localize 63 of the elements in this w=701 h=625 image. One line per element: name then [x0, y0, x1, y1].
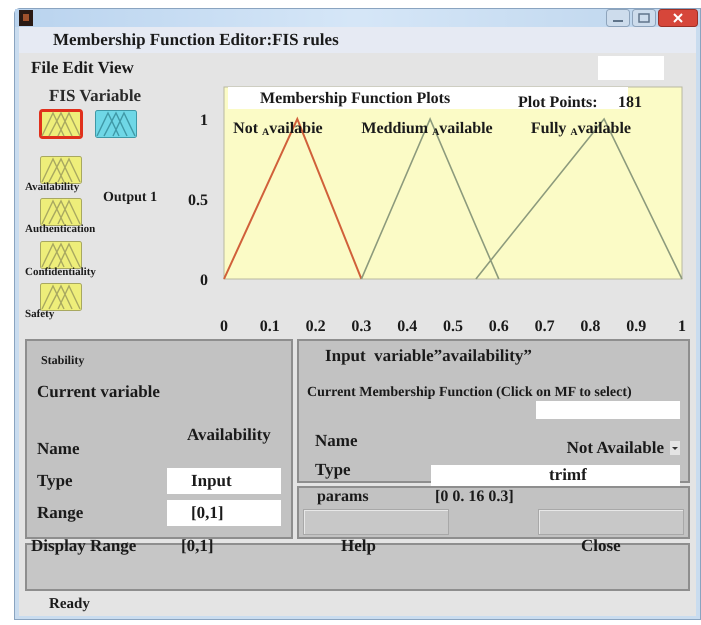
plot-title: Membership Function Plots — [260, 90, 450, 106]
x-tick-label: 0.6 — [488, 318, 509, 332]
blank-button[interactable] — [538, 508, 684, 534]
type-field[interactable]: trimf — [431, 464, 680, 488]
variable-label: Authentication — [25, 222, 96, 237]
x-tick-label: 0.2 — [306, 318, 326, 332]
variable-label: Availability — [25, 180, 80, 194]
y-tick-label: 0 — [200, 272, 208, 288]
menu-item[interactable]: Edit — [62, 54, 94, 80]
panel-subtitle: Current Membership Function (Click on MF to select) — [307, 384, 633, 402]
caret-icon[interactable] — [670, 440, 680, 455]
panel-title: Current variable — [37, 380, 161, 402]
variable-name: Availability — [186, 424, 272, 446]
type-field[interactable]: Input — [167, 468, 281, 494]
panel-label: FIS Variable — [49, 84, 142, 106]
membership-curve[interactable] — [223, 116, 362, 279]
x-tick-label: 0.8 — [580, 318, 600, 332]
close-button[interactable]: Close — [581, 532, 621, 558]
field-label: Type — [315, 458, 352, 481]
variable-label: Safety — [25, 307, 54, 322]
y-tick-label: 0.5 — [188, 192, 208, 208]
blank-field[interactable] — [598, 56, 664, 80]
menu-item[interactable]: File — [31, 54, 58, 80]
blank-field[interactable] — [536, 401, 680, 419]
display-range-value: [0,1] — [181, 534, 215, 556]
minimize-icon[interactable] — [606, 9, 630, 27]
mf-label: Meddium $_{A}$vailable — [361, 118, 493, 140]
field-label: Range — [37, 502, 84, 524]
menu-item[interactable]: View — [98, 54, 134, 80]
x-tick-label: 0.5 — [443, 318, 463, 332]
variable-label: Output 1 — [103, 188, 158, 206]
field-label: Type — [37, 470, 74, 492]
mf-label: Fully $_{A}$vailable — [530, 118, 631, 140]
x-tick-label: 0.9 — [626, 318, 646, 332]
x-tick-label: 0 — [220, 318, 228, 332]
help-button[interactable]: Help — [341, 532, 581, 558]
plot-area[interactable] — [224, 86, 682, 279]
x-tick-label: 0.7 — [534, 318, 555, 332]
x-tick-label: 0.3 — [351, 318, 372, 332]
range-field[interactable]: [0,1] — [167, 500, 281, 526]
variable-icon[interactable] — [39, 108, 83, 138]
panel-title: Input variable”availability” — [324, 344, 533, 367]
x-tick-label: 0.4 — [397, 318, 418, 332]
variable-label: Confidentiality — [25, 264, 96, 280]
field-label: Name — [315, 430, 358, 452]
blank-button[interactable] — [303, 508, 449, 534]
app-icon — [19, 10, 33, 26]
close-icon[interactable] — [658, 9, 698, 27]
y-tick-label: 1 — [200, 112, 208, 128]
field-label: Name — [37, 438, 80, 460]
maximize-icon[interactable] — [632, 9, 656, 27]
x-tick-label: 1 — [678, 318, 686, 332]
plot-points-value: 181 — [618, 94, 642, 110]
name-dropdown[interactable]: Not Available — [566, 435, 664, 460]
panel-caption: Stability — [40, 352, 86, 368]
field-label: Display Range — [31, 534, 138, 557]
params-label: params — [317, 486, 370, 506]
membership-curve[interactable] — [360, 116, 500, 279]
x-tick-label: 0.1 — [260, 318, 280, 332]
plot-points-label: Plot Points: — [518, 94, 598, 110]
window-title: Membership Function Editor:FIS rules — [53, 29, 339, 51]
status-text: Ready — [49, 596, 90, 612]
params-value: [0 0. 16 0.3] — [435, 486, 514, 506]
